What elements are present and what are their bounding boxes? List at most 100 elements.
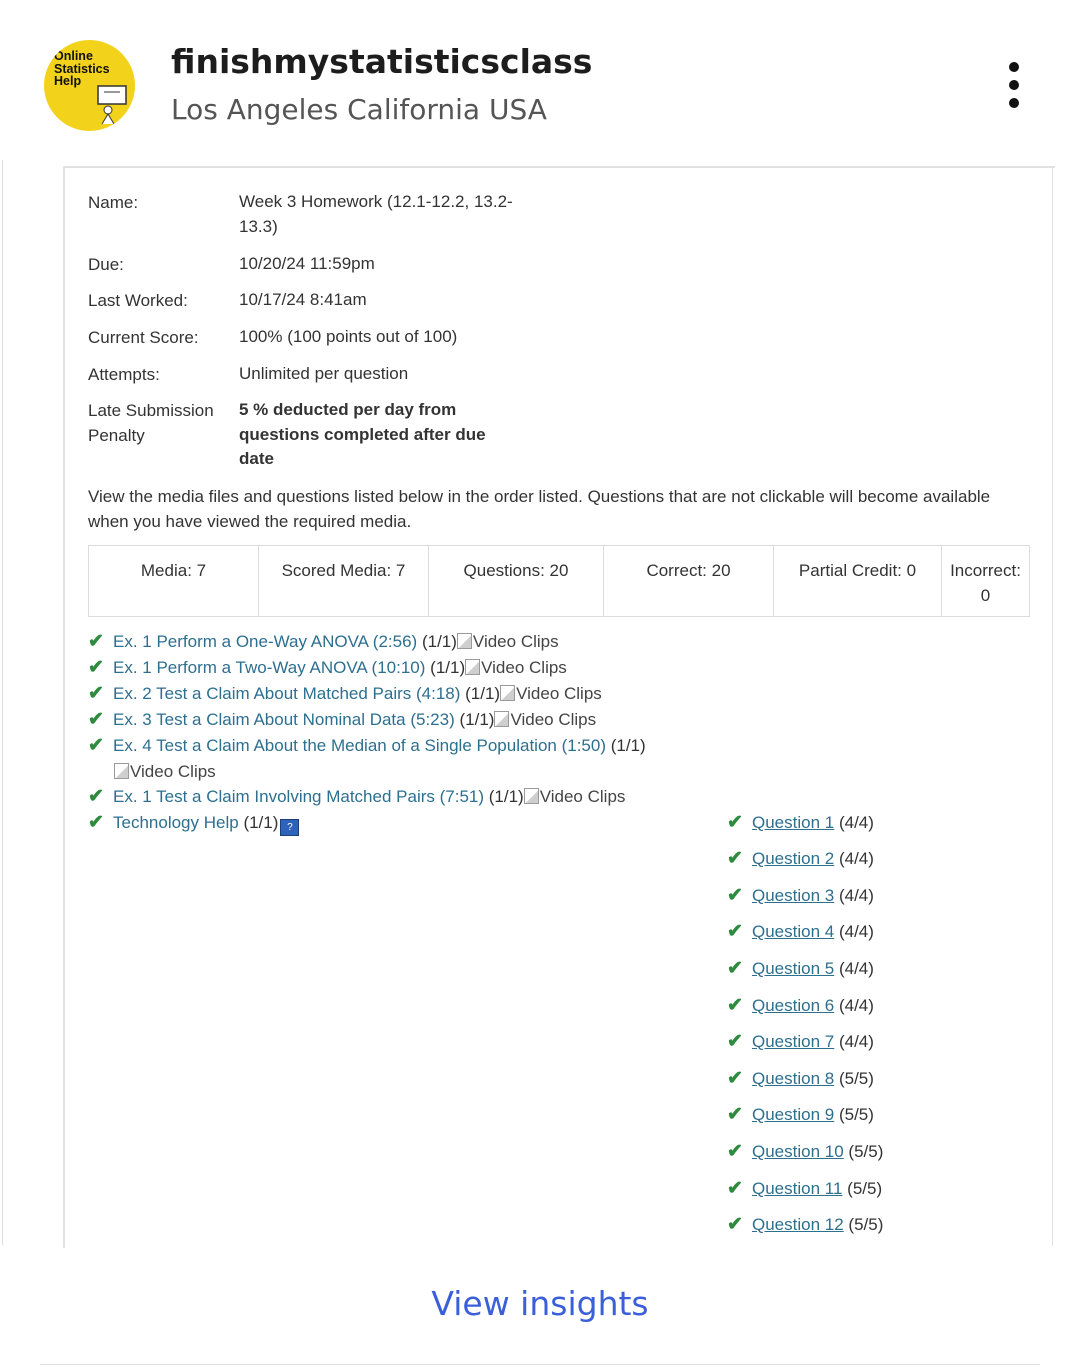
more-options-icon[interactable] [996,58,1032,114]
media-item[interactable]: ✔ Technology Help (1/1)? [88,810,300,836]
correct-count: Correct: 20 [603,545,774,617]
checkmark-icon: ✔ [727,885,743,906]
question-score: (5/5) [838,1105,874,1124]
media-link[interactable]: Technology Help [113,813,239,832]
question-item[interactable]: ✔ Question 10 (5/5) [727,1139,883,1164]
question-link[interactable]: Question 1 [752,813,834,832]
media-item[interactable]: ✔ Ex. 1 Perform a Two-Way ANOVA (10:10) (… [88,655,567,680]
due-value: 10/20/24 11:59pm [239,254,375,273]
question-score: (4/4) [838,813,874,832]
question-score: (4/4) [838,1032,874,1051]
video-clips-image: Video Clips [500,684,602,703]
current-score-value: 100% (100 points out of 100) [239,327,458,346]
question-link[interactable]: Question 7 [752,1032,834,1051]
media-score: (1/1) [488,787,524,806]
late-penalty-label: Late Submission Penalty [88,401,214,445]
question-score: (4/4) [838,849,874,868]
scored-media-count: Scored Media: 7 [258,545,429,617]
question-item[interactable]: ✔ Question 5 (4/4) [727,956,874,981]
question-item[interactable]: ✔ Question 11 (5/5) [727,1176,882,1201]
checkmark-icon: ✔ [727,1104,743,1125]
video-clips-image: Video Clips [465,658,567,677]
question-link[interactable]: Question 4 [752,922,834,941]
checkmark-icon: ✔ [88,683,104,704]
computer-help-icon[interactable]: ? [280,819,300,836]
media-score: (1/1) [421,632,457,651]
view-insights-button[interactable]: View insights [0,1284,1080,1323]
media-item[interactable]: ✔ Ex. 4 Test a Claim About the Median of … [88,733,646,758]
question-item[interactable]: ✔ Question 6 (4/4) [727,993,874,1018]
question-link[interactable]: Question 10 [752,1142,844,1161]
question-score: (4/4) [838,886,874,905]
media-score: (1/1) [465,684,501,703]
checkmark-icon: ✔ [727,1214,743,1235]
media-item[interactable]: ✔ Ex. 3 Test a Claim About Nominal Data (… [88,707,596,732]
checkmark-icon: ✔ [727,1178,743,1199]
checkmark-icon: ✔ [727,848,743,869]
media-link[interactable]: Ex. 1 Perform a Two-Way ANOVA (10:10) [113,658,425,677]
checkmark-icon: ✔ [727,1068,743,1089]
current-score-label: Current Score: [88,328,199,347]
question-link[interactable]: Question 11 [752,1179,842,1198]
question-item[interactable]: ✔ Question 4 (4/4) [727,919,874,944]
media-link[interactable]: Ex. 1 Test a Claim Involving Matched Pai… [113,787,484,806]
checkmark-icon: ✔ [88,709,104,730]
name-label: Name: [88,193,139,212]
broken-image-icon [523,788,539,804]
name-value: Week 3 Homework (12.1-12.2, 13.2-13.3) [239,192,513,236]
broken-image-icon [465,659,481,675]
question-score: (5/5) [848,1142,884,1161]
question-link[interactable]: Question 5 [752,959,834,978]
question-score: (5/5) [848,1215,884,1234]
checkmark-icon: ✔ [88,786,104,807]
question-score: (4/4) [838,922,874,941]
media-link[interactable]: Ex. 3 Test a Claim About Nominal Data (5… [113,710,455,729]
media-score: (1/1) [610,736,646,755]
broken-image-icon [456,633,472,649]
media-score: (1/1) [243,813,279,832]
question-item[interactable]: ✔ Question 9 (5/5) [727,1102,874,1127]
question-link[interactable]: Question 9 [752,1105,834,1124]
checkmark-icon: ✔ [88,631,104,652]
media-score: (1/1) [459,710,495,729]
partial-credit-count: Partial Credit: 0 [773,545,942,617]
broken-image-icon [114,763,129,779]
late-penalty-value: 5 % deducted per day from questions comp… [239,400,486,468]
incorrect-count: Incorrect: 0 [941,545,1030,617]
question-item[interactable]: ✔ Question 7 (4/4) [727,1029,874,1054]
checkmark-icon: ✔ [727,1031,743,1052]
video-clips-image: Video Clips [456,632,559,651]
video-clips-alt: Video Clips [481,658,567,677]
question-link[interactable]: Question 6 [752,996,834,1015]
media-link[interactable]: Ex. 4 Test a Claim About the Median of a… [113,736,606,755]
account-location: Los Angeles California USA [171,93,547,126]
video-clips-image: Video Clips [494,710,596,729]
account-name[interactable]: finishmystatisticsclass [171,42,592,81]
question-item[interactable]: ✔ Question 8 (5/5) [727,1066,874,1091]
media-count: Media: 7 [88,545,259,617]
question-link[interactable]: Question 3 [752,886,834,905]
due-label: Due: [88,255,124,274]
question-item[interactable]: ✔ Question 3 (4/4) [727,883,874,908]
checkmark-icon: ✔ [727,1141,743,1162]
image-border [2,160,3,1245]
question-item[interactable]: ✔ Question 12 (5/5) [727,1212,883,1237]
broken-image-icon [500,685,516,701]
media-item[interactable]: ✔ Ex. 2 Test a Claim About Matched Pairs … [88,681,602,706]
checkmark-icon: ✔ [88,812,104,833]
media-item[interactable]: ✔ Ex. 1 Test a Claim Involving Matched Pa… [88,784,625,809]
question-item[interactable]: ✔ Question 1 (4/4) [727,810,874,835]
checkmark-icon: ✔ [727,921,743,942]
image-border [1052,166,1053,1246]
teacher-illustration-icon [97,85,127,124]
account-avatar[interactable]: Online Statistics Help [44,40,135,131]
media-link[interactable]: Ex. 2 Test a Claim About Matched Pairs (… [113,684,460,703]
media-link[interactable]: Ex. 1 Perform a One-Way ANOVA (2:56) [113,632,417,651]
question-score: (5/5) [847,1179,883,1198]
question-link[interactable]: Question 2 [752,849,834,868]
broken-image-icon [494,711,510,727]
question-link[interactable]: Question 12 [752,1215,844,1234]
question-link[interactable]: Question 8 [752,1069,834,1088]
media-item[interactable]: ✔ Ex. 1 Perform a One-Way ANOVA (2:56) (1… [88,629,559,654]
question-item[interactable]: ✔ Question 2 (4/4) [727,846,874,871]
